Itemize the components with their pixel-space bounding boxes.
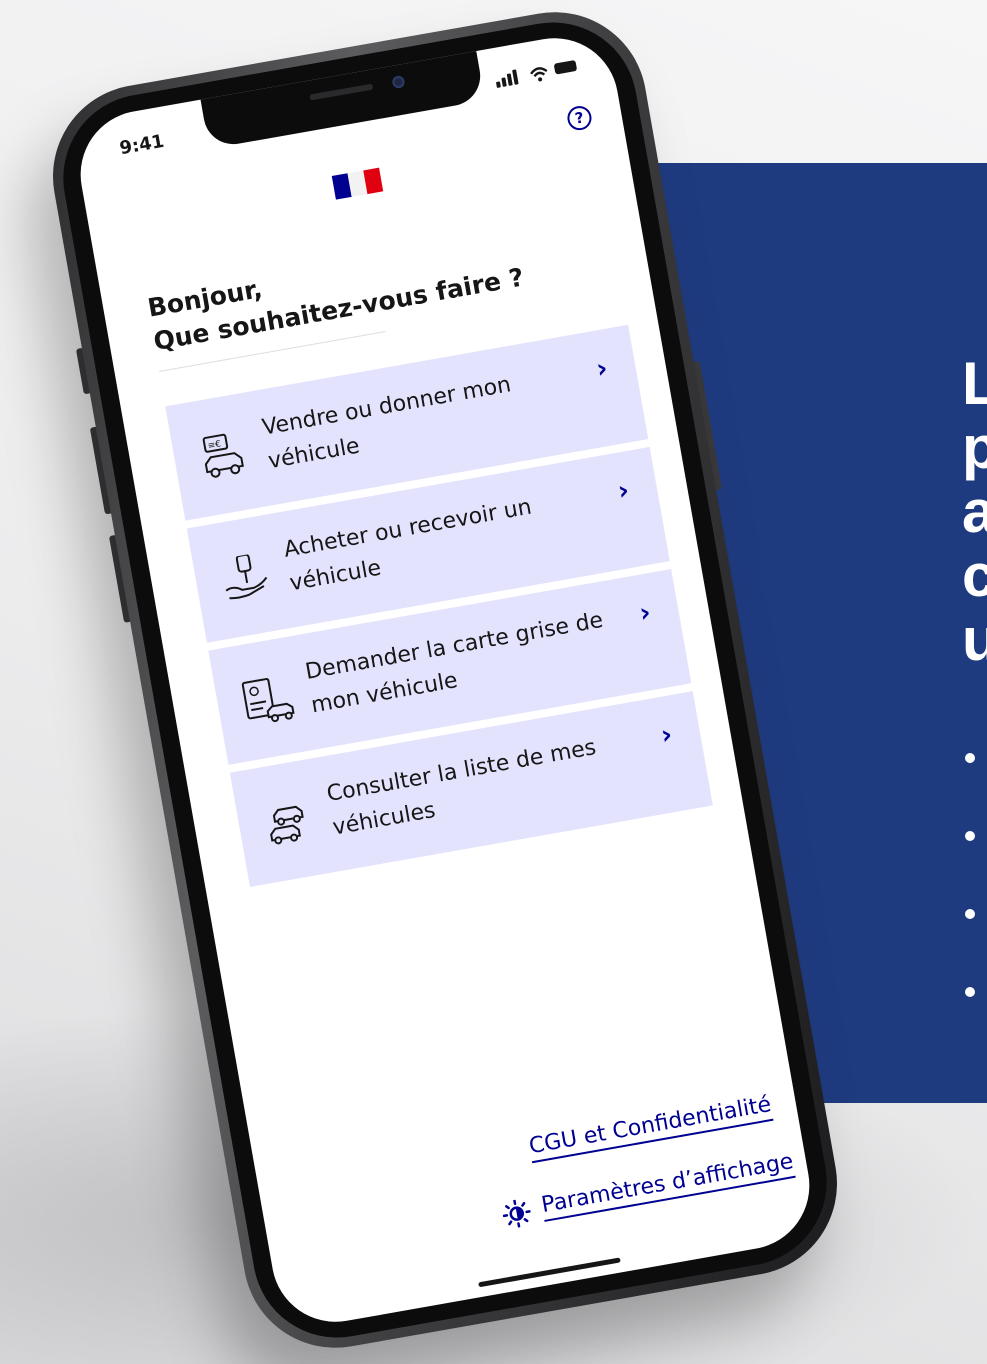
display-settings-link[interactable]: Paramètres d’affichage [539,1149,796,1222]
signal-bar [506,73,513,86]
sell-car-icon: ≡€ [202,433,244,478]
panel-bullet [965,987,975,997]
wifi-icon [530,67,548,82]
cgu-link[interactable]: CGU et Confidentialité [527,1092,774,1164]
signal-bar [512,69,519,85]
speaker-grille [309,83,374,101]
marianne-flag-logo [331,167,384,200]
flag-red [363,167,384,195]
panel-bullet [965,831,975,841]
help-icon[interactable]: ? [565,104,594,133]
registration-card-icon [241,678,295,723]
car-list-icon [270,805,304,845]
front-camera [391,75,406,89]
brightness-icon [502,1199,531,1228]
menu-card-label: Acheter ou recevoir un véhicule [281,494,534,597]
chevron-right-icon: › [637,597,653,629]
chevron-right-icon: › [594,353,610,385]
signal-bar [501,77,507,87]
panel-bullet [965,753,975,763]
status-time: 9:41 [118,130,166,160]
signal-icon [495,81,501,88]
menu-card-label: Consulter la liste de mes véhicules [324,735,598,841]
key-hand-icon [225,553,268,600]
panel-headline-fragment: L p a c u [962,350,987,673]
panel-bullet [965,909,975,919]
menu-card-label: Vendre ou donner mon véhicule [260,372,513,475]
chevron-right-icon: › [615,475,632,507]
battery-icon [553,59,578,75]
help-glyph: ? [573,108,586,128]
menu-card-label: Demander la carte grise de mon véhicule [303,607,606,719]
chevron-right-icon: › [658,719,675,752]
greeting-heading: Bonjour, Que souhaitez-vous faire ? [145,211,620,360]
status-indicators [494,56,580,90]
